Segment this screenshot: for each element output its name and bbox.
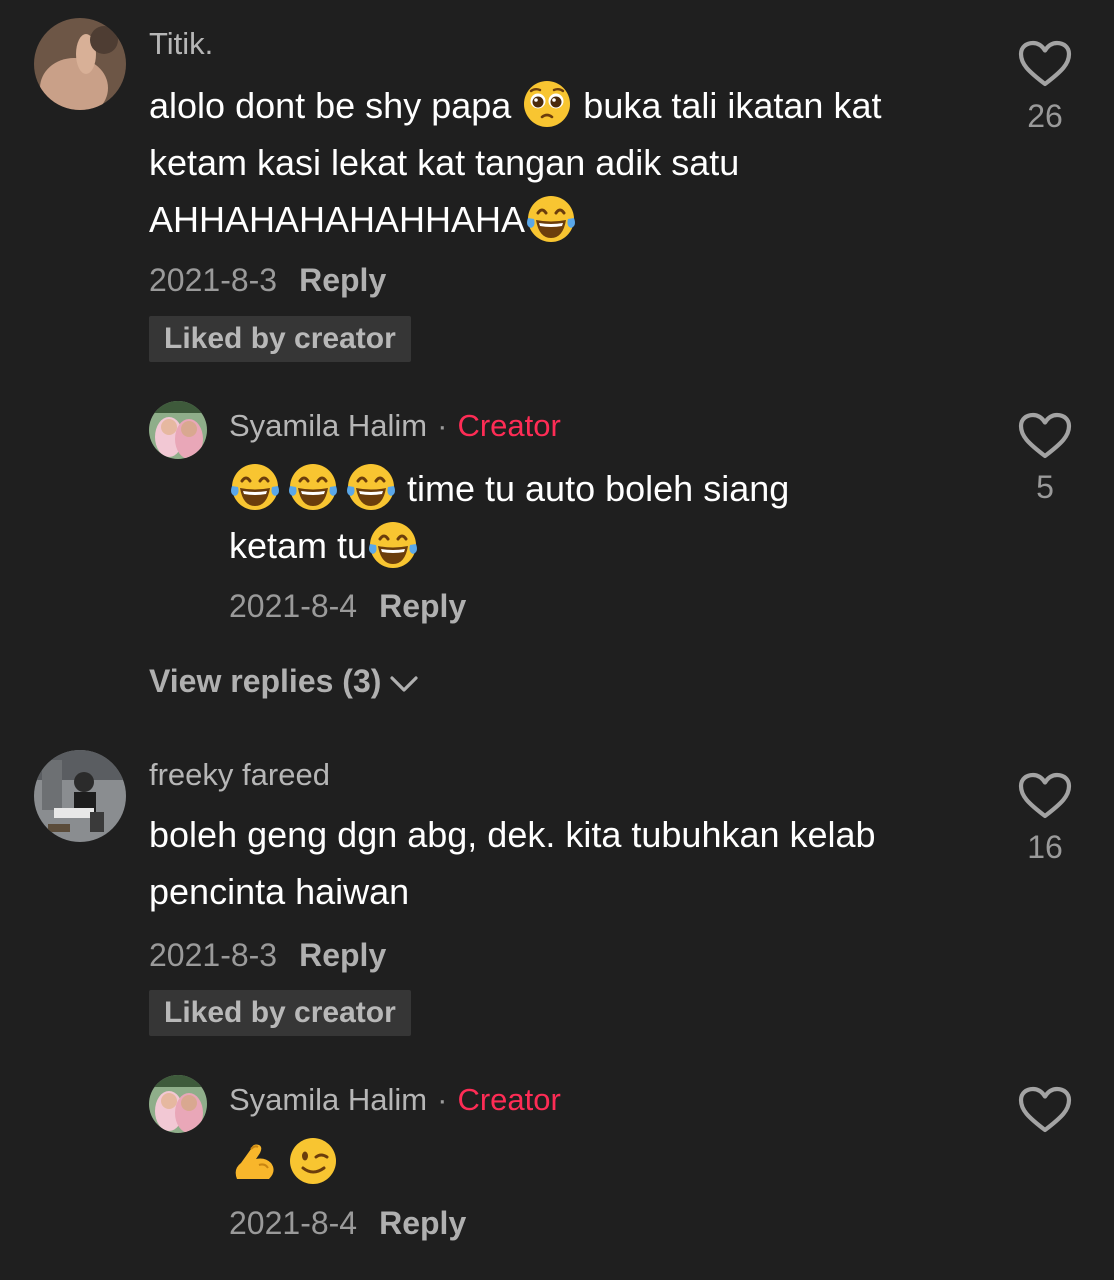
reply-text <box>229 1134 529 1191</box>
creator-tag: Creator <box>457 1082 561 1117</box>
avatar[interactable] <box>34 750 126 842</box>
tears-of-joy-emoji <box>345 461 397 513</box>
chevron-down-icon <box>389 674 419 694</box>
comment-text-part: alolo dont be shy papa <box>149 85 522 126</box>
liked-by-creator-badge: Liked by creator <box>149 990 411 1036</box>
like-count: 5 <box>1036 469 1054 505</box>
reply-button[interactable]: Reply <box>379 588 466 624</box>
winking-face-emoji <box>287 1135 339 1187</box>
separator-dot: · <box>437 1082 448 1117</box>
view-replies-button[interactable]: View replies (3) <box>149 661 419 701</box>
comment-meta: 2021-8-3 Reply <box>149 935 386 975</box>
heart-icon[interactable] <box>1018 40 1072 88</box>
tears-of-joy-emoji <box>367 519 419 571</box>
reply-meta: 2021-8-4 Reply <box>229 586 466 626</box>
comment-text: alolo dont be shy papa buka tali ikatan … <box>149 77 969 249</box>
view-replies-label: View replies (3) <box>149 663 382 699</box>
avatar[interactable] <box>149 1075 207 1133</box>
comment-username[interactable]: Titik. <box>149 24 213 64</box>
reply-text: time tu auto boleh siang ketam tu <box>229 460 929 575</box>
reply-button[interactable]: Reply <box>299 262 386 298</box>
reply-username-text[interactable]: Syamila Halim <box>229 408 427 443</box>
comments-screen: Titik. alolo dont be shy papa buka tali … <box>0 0 1114 1280</box>
comment-username[interactable]: freeky fareed <box>149 755 330 795</box>
comment-text: boleh geng dgn abg, dek. kita tubuhkan k… <box>149 814 876 912</box>
comment-date: 2021-8-3 <box>149 262 278 298</box>
reply-text-part: time tu auto boleh siang <box>397 468 790 509</box>
tears-of-joy-emoji <box>229 461 281 513</box>
reply-date: 2021-8-4 <box>229 588 358 624</box>
like-count: 16 <box>1027 829 1063 865</box>
like-count: 26 <box>1027 98 1063 134</box>
reply-username-text[interactable]: Syamila Halim <box>229 1082 427 1117</box>
reply-button[interactable]: Reply <box>379 1205 466 1241</box>
reply-button[interactable]: Reply <box>299 937 386 973</box>
pleading-face-emoji <box>521 78 573 130</box>
reply-meta: 2021-8-4 Reply <box>229 1203 466 1243</box>
avatar[interactable] <box>34 18 126 110</box>
comment-meta: 2021-8-3 Reply <box>149 260 386 300</box>
liked-by-creator-badge: Liked by creator <box>149 316 411 362</box>
comment-date: 2021-8-3 <box>149 937 278 973</box>
separator-dot: · <box>437 408 448 443</box>
reply-username: Syamila Halim · Creator <box>229 1080 561 1120</box>
tears-of-joy-emoji <box>525 193 577 245</box>
reply-username: Syamila Halim · Creator <box>229 406 561 446</box>
reply-date: 2021-8-4 <box>229 1205 358 1241</box>
tears-of-joy-emoji <box>287 461 339 513</box>
flexed-biceps-emoji <box>229 1135 281 1187</box>
avatar[interactable] <box>149 401 207 459</box>
creator-tag: Creator <box>457 408 561 443</box>
heart-icon[interactable] <box>1018 412 1072 460</box>
heart-icon[interactable] <box>1018 772 1072 820</box>
reply-text-part: ketam tu <box>229 525 368 567</box>
heart-icon[interactable] <box>1018 1086 1072 1134</box>
